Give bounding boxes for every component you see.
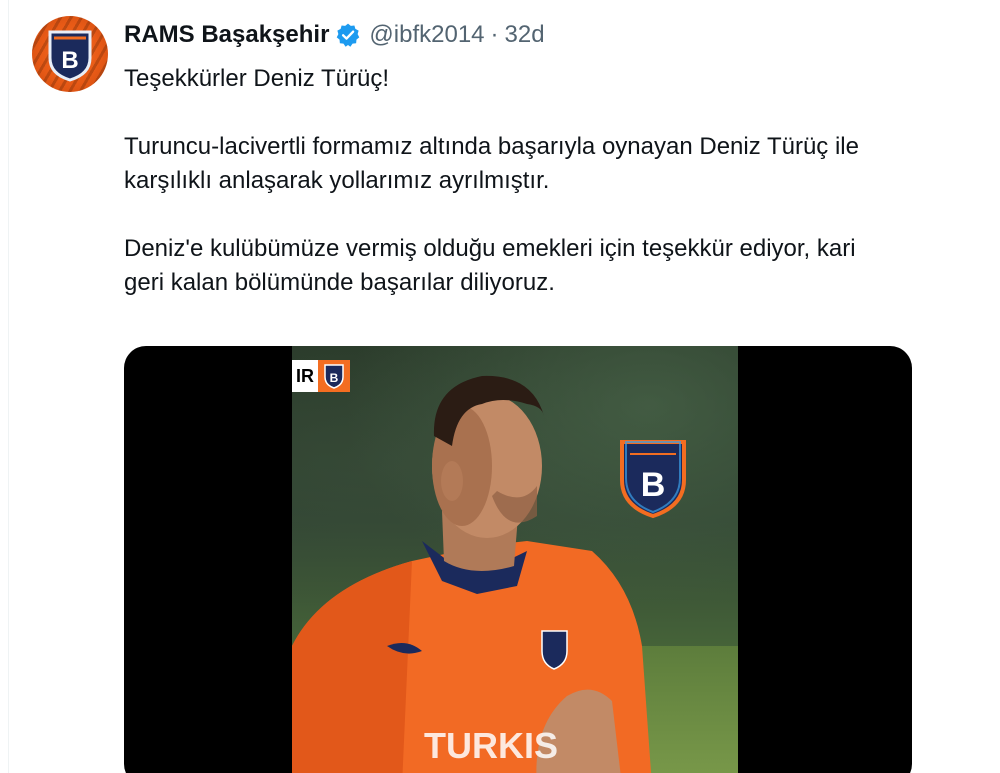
tweet-text-line: Turuncu-lacivertli formamız altında başa… — [124, 133, 859, 160]
timeline-border — [8, 0, 9, 773]
tweet-header: RAMS Başakşehir @ibfk2014 · 32d — [124, 18, 545, 52]
jersey-sponsor-text: TURKIS — [424, 725, 558, 766]
score-badge-crest-icon: B — [318, 360, 350, 392]
svg-text:B: B — [641, 466, 666, 504]
player-image: TURKIS — [292, 375, 652, 773]
tweet-text-line — [124, 198, 1000, 232]
score-badge-text: IR — [296, 365, 314, 386]
verified-badge-icon[interactable] — [335, 22, 361, 48]
tweet-text: Teşekkürler Deniz Türüç! Turuncu-laciver… — [124, 62, 1000, 300]
club-logo-overlay-icon: B — [620, 440, 686, 519]
display-name[interactable]: RAMS Başakşehir — [124, 18, 329, 52]
tweet-media-video[interactable]: TURKIS IR B B — [124, 346, 912, 773]
tweet-text-line: Teşekkürler Deniz Türüç! — [124, 65, 389, 92]
svg-text:B: B — [61, 47, 78, 74]
user-handle[interactable]: @ibfk2014 — [369, 18, 484, 52]
svg-text:B: B — [330, 371, 339, 385]
score-badge: IR B — [292, 360, 350, 392]
tweet-text-line: karşılıklı anlaşarak yollarımız ayrılmış… — [124, 167, 550, 194]
avatar[interactable]: B — [32, 16, 108, 92]
video-frame[interactable]: TURKIS IR B B — [292, 346, 738, 773]
tweet-text-line — [124, 96, 1000, 130]
tweet-text-line: Deniz'e kulübümüze vermiş olduğu emekler… — [124, 235, 856, 262]
tweet-view: B RAMS Başakşehir @ibfk2014 · 32d Teşekk… — [0, 0, 1000, 773]
club-crest-icon: B — [48, 30, 92, 82]
tweet-text-line: geri kalan bölümünde başarılar diliyoruz… — [124, 269, 555, 296]
timestamp[interactable]: 32d — [505, 18, 545, 52]
meta-separator: · — [490, 21, 499, 48]
